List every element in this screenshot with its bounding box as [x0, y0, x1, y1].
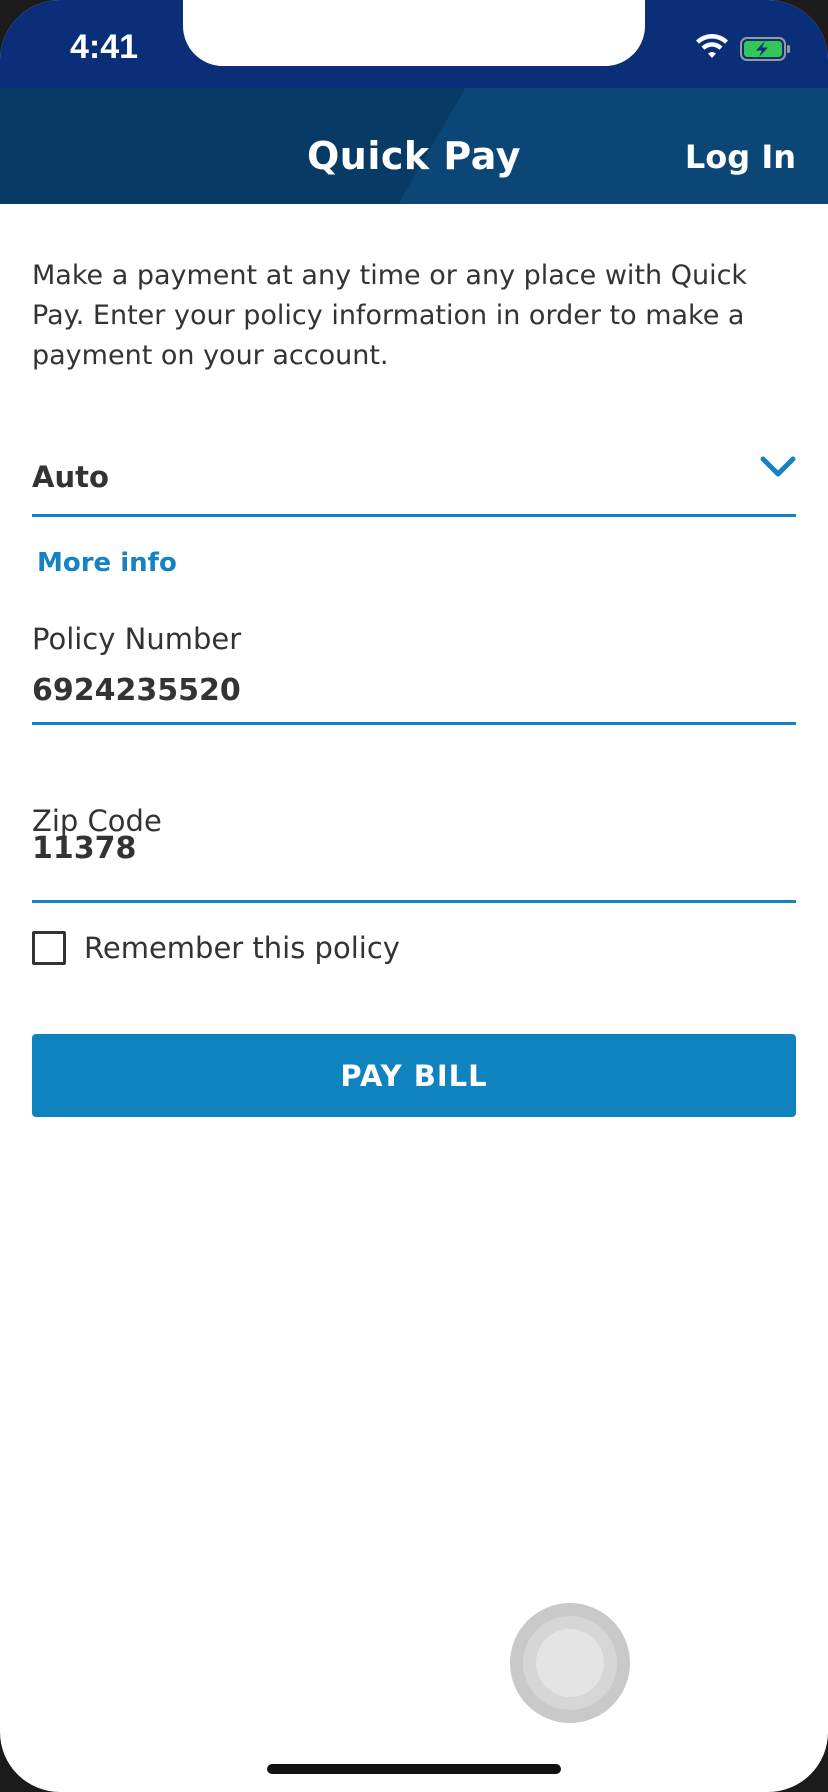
remember-policy-label: Remember this policy: [84, 931, 400, 965]
assistive-touch-button[interactable]: [510, 1603, 630, 1723]
status-bar: 4:41: [0, 0, 828, 88]
login-button[interactable]: Log In: [685, 138, 796, 176]
status-time: 4:41: [70, 28, 139, 66]
zip-code-input[interactable]: [32, 828, 796, 868]
chevron-down-icon[interactable]: [760, 454, 796, 480]
assistive-touch-center: [536, 1629, 604, 1697]
policy-number-label: Policy Number: [32, 622, 242, 656]
wifi-icon: [696, 34, 728, 58]
battery-charging-icon: [740, 37, 790, 61]
policy-number-field: Policy Number: [32, 622, 796, 725]
home-indicator[interactable]: [267, 1764, 561, 1774]
remember-policy-row[interactable]: Remember this policy: [32, 928, 400, 968]
policy-type-value: Auto: [32, 460, 109, 494]
more-info-link[interactable]: More info: [37, 548, 177, 578]
pay-bill-button[interactable]: PAY BILL: [32, 1034, 796, 1117]
intro-text: Make a payment at any time or any place …: [32, 260, 748, 371]
policy-number-input[interactable]: [32, 670, 796, 710]
policy-type-select[interactable]: Auto: [32, 440, 796, 517]
phone-screen: 4:41 Quick Pay Log In Make a payment at …: [0, 0, 828, 1792]
remember-policy-checkbox[interactable]: [32, 931, 66, 965]
zip-code-field: Zip Code: [32, 800, 796, 903]
notch: [183, 0, 645, 66]
nav-bar: Quick Pay Log In: [0, 88, 828, 204]
